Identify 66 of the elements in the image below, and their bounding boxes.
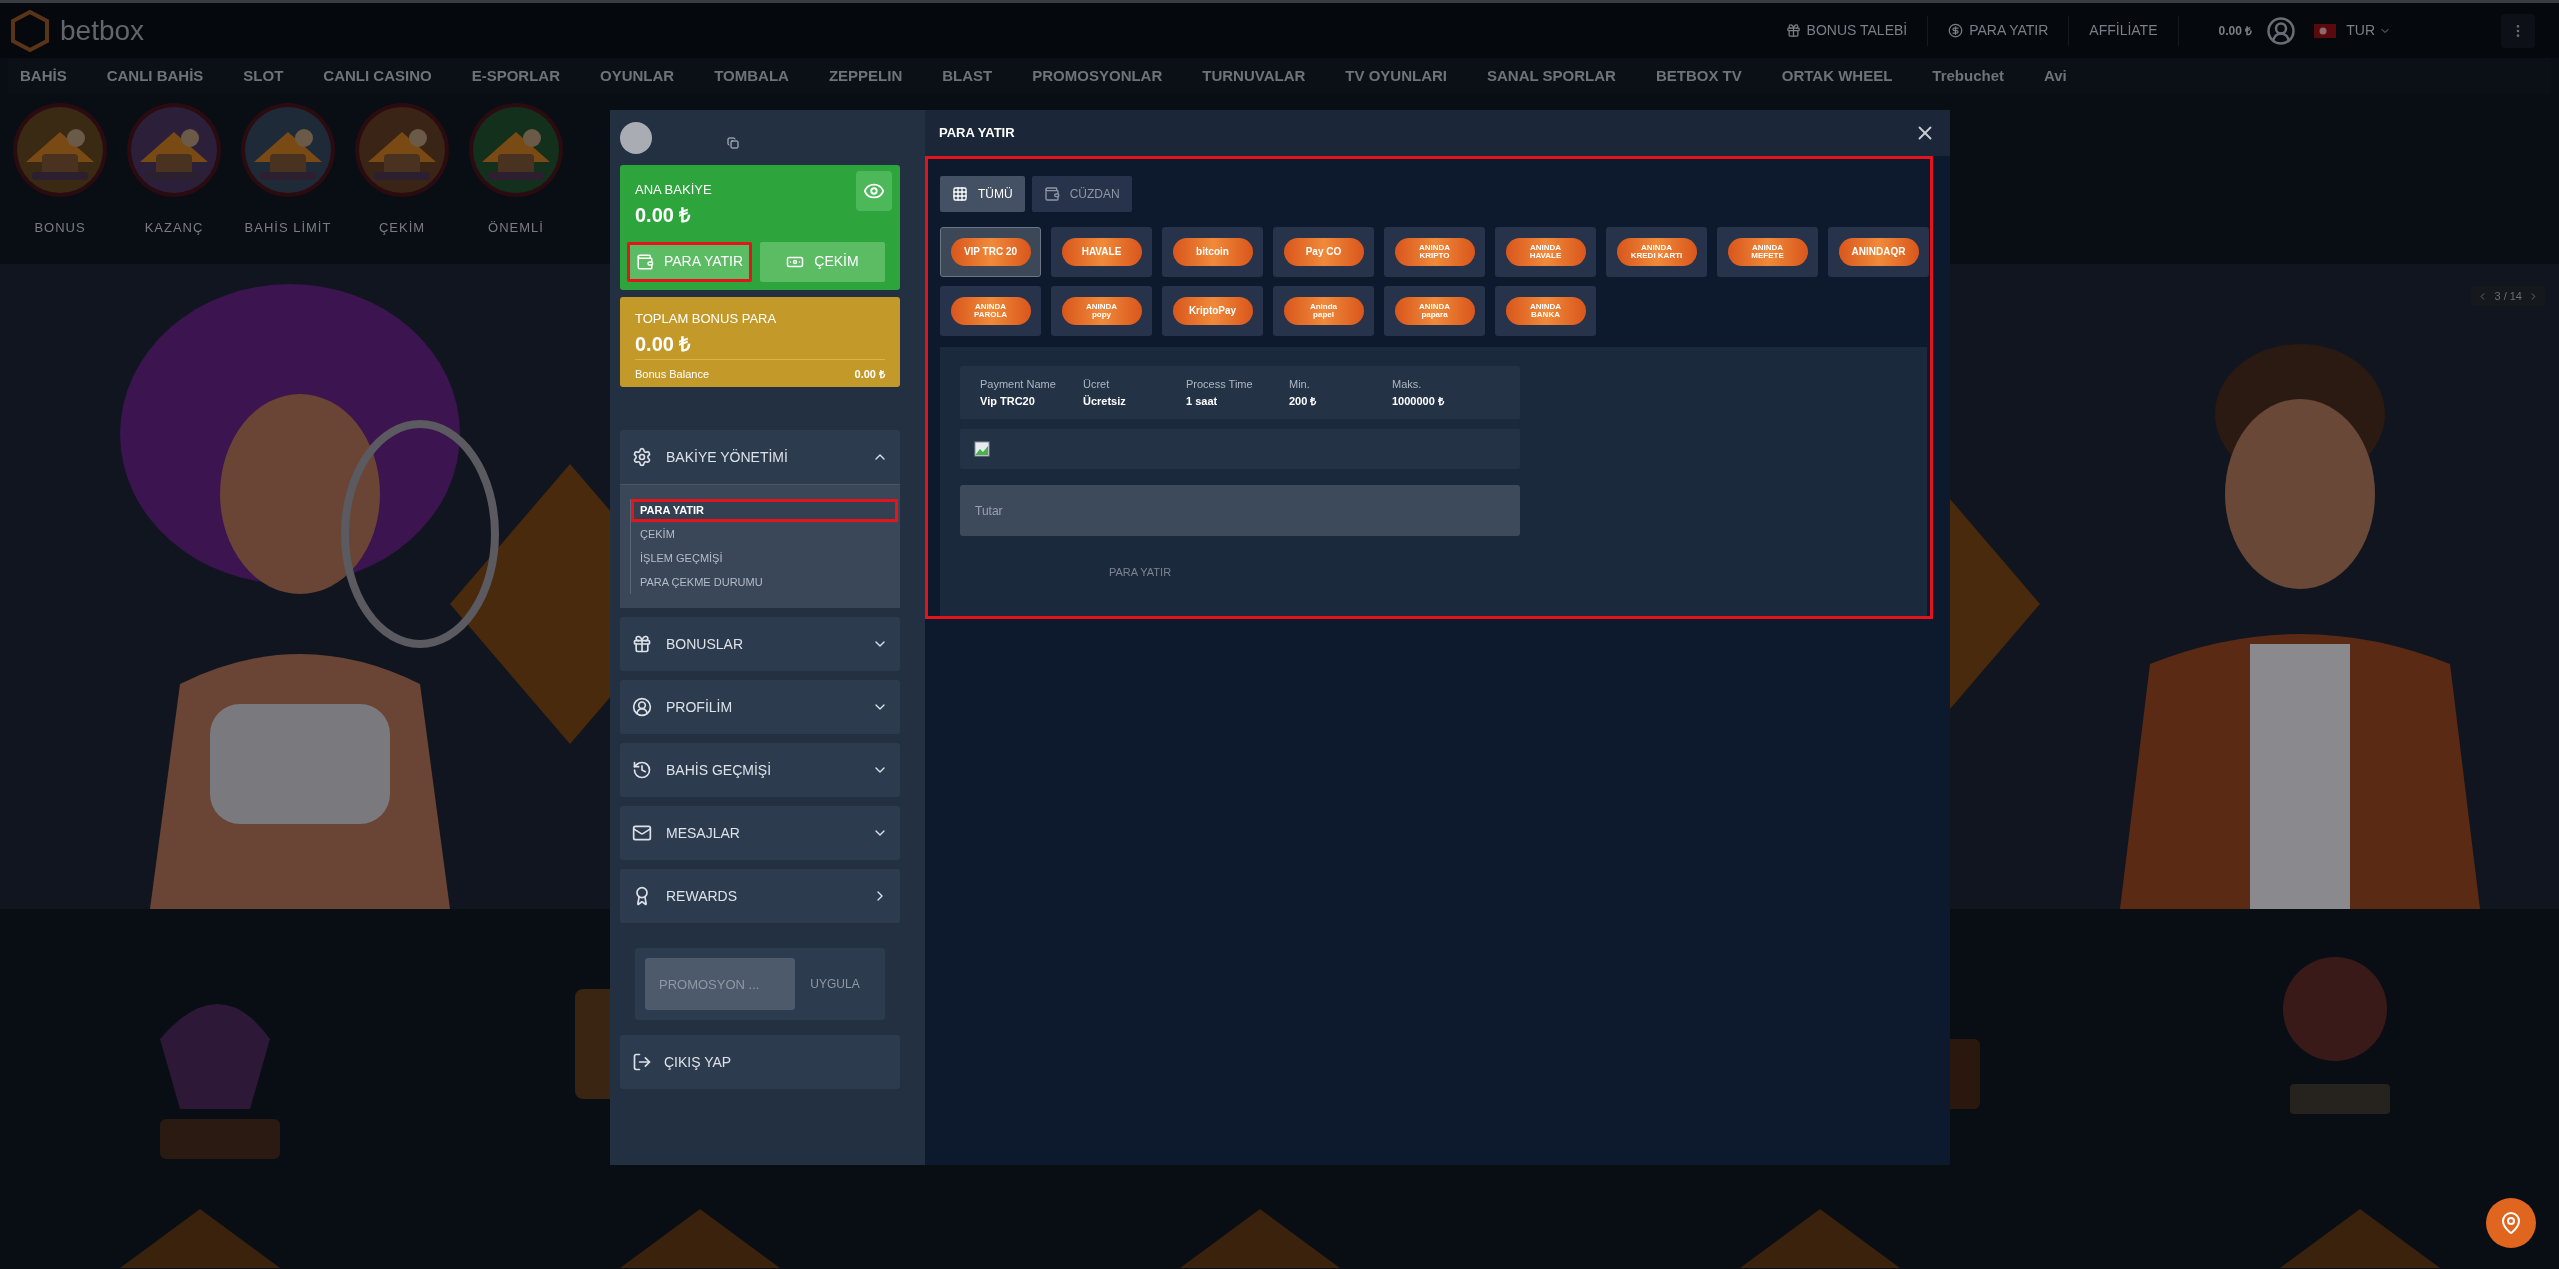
nav-link[interactable]: TOMBALA [714,64,789,88]
nav-link[interactable]: TV OYUNLARI [1345,64,1447,88]
payment-logo: Pay CO [1283,238,1364,266]
story-label[interactable]: BONUS [34,218,86,238]
payment-method-tile[interactable]: ANINDA KRIPTO [1384,227,1485,277]
nav-link[interactable]: BETBOX TV [1655,64,1742,88]
nav-link[interactable]: SANAL SPORLAR [1487,64,1616,88]
nav-link[interactable]: BLAST [942,64,993,88]
story-label[interactable]: ÖNEMLİ [488,218,544,238]
grid-icon [952,186,968,202]
logo-text: betbox [60,13,145,48]
nav-link[interactable]: Trebuchet [1932,64,2004,88]
payment-logo: ANINDA HAVALE [1505,238,1586,266]
payment-method-tile[interactable]: HAVALE [1051,227,1152,277]
avatar [620,121,652,154]
nav-link[interactable]: SLOT [243,64,284,88]
nav-link[interactable]: ZEPPELIN [828,64,903,88]
balance-text: 0.00 ₺ [2218,22,2253,40]
nav-link[interactable]: CANLI BAHİS [106,64,204,88]
payment-method-tile[interactable]: ANINDA KREDI KARTI [1606,227,1707,277]
payment-method-tile[interactable]: ANINDA MEFETE [1717,227,1818,277]
logout-button[interactable]: ÇIKIŞ YAP [620,1035,900,1089]
promo-code-field[interactable]: PROMOSYON ... [645,958,795,1010]
payment-logo: ANINDAQR [1838,238,1919,266]
logout-icon [632,1052,652,1072]
nav-link[interactable]: Avi [2044,64,2067,88]
payment-method-tile[interactable]: ANINDAQR [1828,227,1929,277]
nav-link[interactable]: ORTAK WHEEL [1781,64,1893,88]
header-link[interactable]: AFFİLİATE [2069,15,2179,46]
dollar-icon [1948,23,1964,38]
header-link[interactable]: BONUS TALEBİ [1765,15,1929,46]
payment-method-tile[interactable]: Pay CO [1273,227,1374,277]
payment-method-tile[interactable]: ANINDA HAVALE [1495,227,1596,277]
nav-link[interactable]: CANLI CASINO [323,64,432,88]
nav-link[interactable]: BAHİS [20,64,67,88]
payment-logo: ANINDA KREDI KARTI [1616,238,1697,266]
card-title: ANA BAKİYE [635,181,712,199]
payment-logo: HAVALE [1061,238,1142,266]
story-label[interactable]: BAHİS LİMİT [244,218,332,238]
avatar-icon[interactable] [2266,15,2297,46]
nav-link[interactable]: PROMOSYONLAR [1032,64,1163,88]
nav-link[interactable]: TURNUVALAR [1202,64,1306,88]
visibility-button[interactable] [856,171,892,211]
gift-icon [1785,23,1801,38]
apply-button[interactable]: UYGULA [795,975,875,993]
logo-icon [10,9,50,52]
flag-icon [2314,23,2337,38]
payment-logo: ANINDA KRIPTO [1394,238,1475,266]
chat-icon [2499,1211,2523,1235]
story-label[interactable]: ÇEKİM [378,218,426,238]
nav-link[interactable]: E-SPORLAR [471,64,561,88]
payment-logo: bitcoin [1172,238,1253,266]
tab[interactable]: CÜZDAN [1031,176,1132,212]
balance-amount: 0.00 ₺ [635,202,692,228]
modal-title: PARA YATIR [939,124,1015,143]
payment-logo: ANINDA MEFETE [1727,238,1808,266]
payment-logo: VIP TRC 20 [950,238,1031,266]
payment-method-tile[interactable]: bitcoin [1162,227,1263,277]
header-link[interactable]: PARA YATIR [1928,15,2070,46]
tab[interactable]: TÜMÜ [940,176,1025,212]
story-label[interactable]: KAZANÇ [144,218,204,238]
payment-method-tile[interactable]: VIP TRC 20 [940,227,1041,277]
language-select[interactable]: TUR [2346,20,2391,41]
nav-link[interactable]: OYUNLAR [600,64,675,88]
copy-icon[interactable] [727,136,739,149]
wallet-icon [1043,186,1060,202]
